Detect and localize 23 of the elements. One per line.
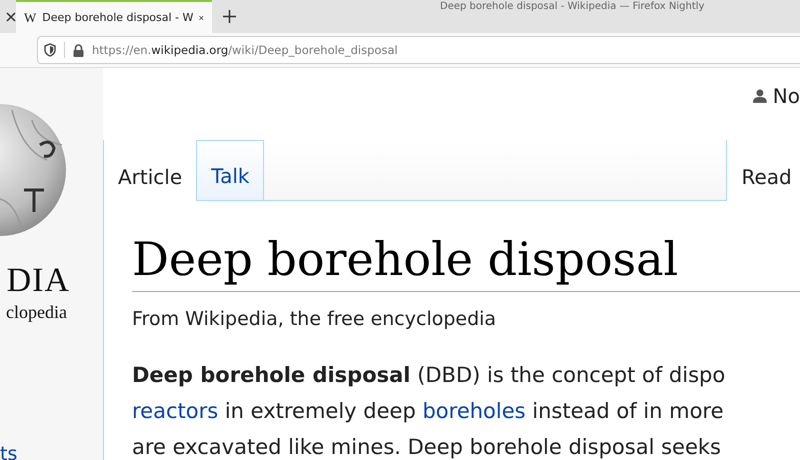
article-link[interactable]: reactors [132,399,218,423]
wikipedia-w-icon: W [24,10,36,26]
sidebar-link[interactable]: ts [0,445,18,460]
wikipedia-tagline: clopedia [6,302,67,323]
new-tab-icon[interactable] [223,10,236,23]
shield-icon[interactable] [44,43,56,57]
wikipedia-wordmark: DIA [6,264,70,298]
paragraph-text: (DBD) is the concept of dispo [416,363,726,387]
url-text: https://en.wikipedia.org/wiki/Deep_borehole_disposal [92,43,398,57]
address-bar[interactable]: https://en.wikipedia.org/wiki/Deep_borehole_disposal [37,36,800,64]
close-icon[interactable] [6,12,16,22]
window-title: Deep borehole disposal - Wikipedia — Firefox Nightly [440,1,704,12]
paragraph-text: instead of in more [531,399,724,423]
bold-term: Deep borehole disposal [132,363,411,387]
lock-icon [73,44,84,56]
article-link[interactable]: boreholes [422,399,526,423]
paragraph-text: are excavated like mines. Deep borehole disposal seeks [132,435,721,459]
paragraph-text: in extremely deep [224,399,417,423]
browser-tab[interactable]: W Deep borehole disposal - W [16,0,212,33]
page-tab[interactable]: Talk [196,140,264,201]
article-title: Deep borehole disposal [132,231,800,292]
user-link[interactable]: No [772,86,800,106]
article-tagline: From Wikipedia, the free encyclopedia [132,308,498,330]
